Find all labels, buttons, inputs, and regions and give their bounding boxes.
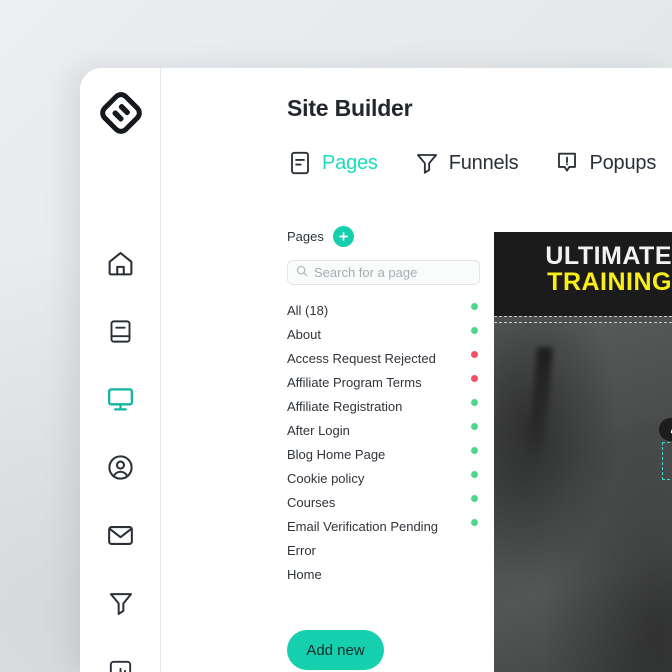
headline-line-2: TRAINING	[547, 267, 672, 296]
pages-panel-header: Pages	[287, 225, 499, 247]
left-sidebar	[80, 68, 161, 672]
list-item[interactable]: Affiliate Registration	[287, 394, 499, 418]
search-icon	[296, 264, 308, 282]
headline-line-1: ULTIMATE	[545, 242, 672, 270]
status-badge	[471, 399, 478, 406]
page-icon	[287, 150, 313, 176]
sidebar-item-email[interactable]	[80, 515, 161, 555]
list-item[interactable]: Home	[287, 562, 499, 586]
page-name: Affiliate Program Terms	[287, 374, 422, 390]
tab-label: Pages	[322, 151, 378, 174]
status-badge	[471, 303, 478, 310]
tab-label: Funnels	[448, 151, 519, 174]
list-item[interactable]: Email Verification Pending	[287, 514, 499, 538]
page-name: About	[287, 326, 321, 342]
preview-headline: ULTIMATE TRAINING	[545, 242, 672, 296]
pages-panel-label: Pages	[287, 228, 324, 244]
page-name: After Login	[287, 422, 350, 438]
status-badge	[471, 519, 478, 526]
user-circle-icon	[106, 453, 135, 482]
list-item[interactable]: Access Request Rejected	[287, 346, 499, 370]
page-name: Home	[287, 566, 322, 582]
sidebar-item-analytics[interactable]	[80, 651, 161, 672]
sidebar-item-funnels[interactable]	[80, 583, 161, 623]
image-shadow-streak	[526, 346, 554, 468]
add-new-label: Add new	[306, 641, 365, 659]
selection-guide-top	[494, 316, 672, 317]
tab-funnels[interactable]: Funnels	[414, 150, 519, 176]
status-badge	[471, 351, 478, 358]
tab-popups[interactable]: Popups	[554, 150, 656, 176]
page-name: Courses	[287, 494, 336, 510]
funnel-icon	[107, 589, 135, 617]
status-badge	[471, 447, 478, 454]
sidebar-item-home[interactable]	[80, 243, 161, 283]
tab-bar: Pages Funnels Popups	[287, 150, 672, 176]
sidebar-item-contacts[interactable]	[80, 447, 161, 487]
status-badge	[471, 327, 478, 334]
list-item[interactable]: Cookie policy	[287, 466, 499, 490]
page-name: Blog Home Page	[287, 446, 386, 462]
list-item[interactable]: Affiliate Program Terms	[287, 370, 499, 394]
main-area: Site Builder Pages Funnels Popups Pages …	[161, 68, 672, 672]
add-page-button[interactable]	[332, 225, 354, 247]
page-preview[interactable]: ULTIMATE TRAINING Edit Columns ADVANCE Y…	[494, 232, 672, 672]
funnel-icon	[414, 150, 440, 176]
list-item[interactable]: Error	[287, 538, 499, 562]
page-name: Cookie policy	[287, 470, 365, 486]
monitor-icon	[106, 385, 135, 414]
bar-chart-icon	[107, 658, 134, 672]
list-item[interactable]: After Login	[287, 418, 499, 442]
tab-label: Popups	[589, 151, 657, 174]
sidebar-item-site-builder[interactable]	[80, 379, 161, 419]
search-input[interactable]: Search for a page	[287, 260, 480, 285]
status-badge	[471, 423, 478, 430]
page-name: Error	[287, 542, 316, 558]
app-window: Site Builder Pages Funnels Popups Pages …	[80, 68, 672, 672]
column-selection-outline[interactable]	[662, 442, 672, 480]
search-placeholder: Search for a page	[314, 265, 418, 280]
list-item[interactable]: Blog Home Page	[287, 442, 499, 466]
home-icon	[106, 249, 135, 278]
page-name: Access Request Rejected	[287, 350, 436, 366]
status-badge	[471, 375, 478, 382]
page-title: Site Builder	[287, 95, 413, 121]
status-badge	[471, 471, 478, 478]
page-name: Email Verification Pending	[287, 518, 439, 534]
app-logo[interactable]	[98, 90, 143, 135]
pages-list: All (18) About Access Request Rejected A…	[287, 298, 499, 586]
list-item[interactable]: About	[287, 322, 499, 346]
add-new-button[interactable]: Add new	[287, 630, 384, 670]
preview-hero-image	[494, 323, 672, 672]
list-item[interactable]: All (18)	[287, 298, 499, 322]
status-badge	[471, 495, 478, 502]
pages-panel: Pages Search for a page All (18) About A…	[287, 225, 499, 586]
book-icon	[107, 318, 134, 345]
page-name: Affiliate Registration	[287, 398, 403, 414]
list-item[interactable]: Courses	[287, 490, 499, 514]
alert-icon	[554, 150, 580, 176]
status-dot-column	[471, 303, 481, 543]
sidebar-item-courses[interactable]	[80, 311, 161, 351]
tab-pages[interactable]: Pages	[287, 150, 378, 176]
page-name: All (18)	[287, 302, 329, 318]
mail-icon	[106, 521, 135, 550]
